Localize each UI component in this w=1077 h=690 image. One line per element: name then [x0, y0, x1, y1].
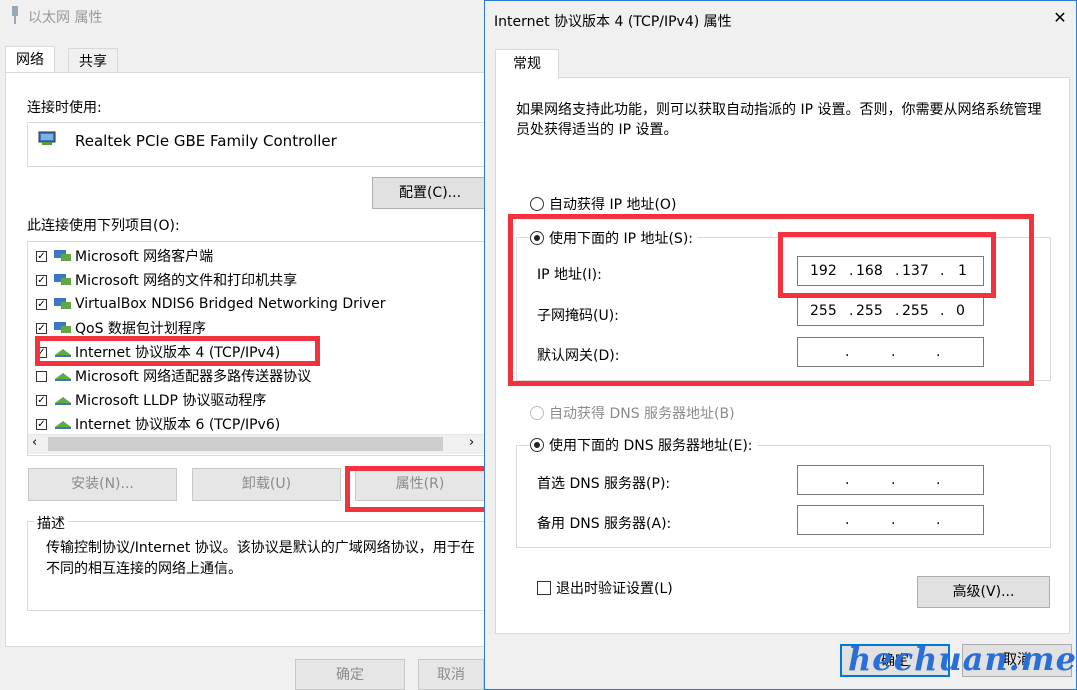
network-client-icon — [53, 249, 73, 263]
scroll-right-icon[interactable]: › — [469, 435, 474, 450]
item-checkbox[interactable]: ✓ — [36, 394, 47, 406]
close-icon[interactable]: ✕ — [1046, 4, 1074, 32]
radio-label: 自动获得 DNS 服务器地址(B) — [549, 406, 735, 422]
protocol-icon — [53, 393, 73, 407]
uninstall-button[interactable]: 卸载(U) — [192, 468, 341, 501]
item-label: QoS 数据包计划程序 — [75, 321, 206, 337]
left-ok-button[interactable]: 确定 — [295, 659, 405, 690]
item-label: Internet 协议版本 6 (TCP/IPv6) — [75, 417, 281, 433]
dialog-title: Internet 协议版本 4 (TCP/IPv4) 属性 — [494, 14, 732, 30]
scrollbar-thumb[interactable] — [48, 437, 443, 451]
items-label: 此连接使用下列项目(O): — [27, 218, 180, 234]
highlight-ipv4-item — [35, 336, 320, 366]
connect-using-label: 连接时使用: — [27, 100, 102, 116]
network-client-icon — [53, 273, 73, 287]
preferred-dns-input[interactable]: ... — [797, 465, 984, 495]
alternate-dns-label: 备用 DNS 服务器(A): — [537, 516, 672, 532]
item-label: VirtualBox NDIS6 Bridged Networking Driv… — [75, 296, 386, 312]
list-item[interactable]: ✓ VirtualBox NDIS6 Bridged Networking Dr… — [36, 293, 385, 315]
configure-button[interactable]: 配置(C)... — [372, 177, 488, 209]
highlight-ip-address — [778, 232, 996, 298]
intro-text: 如果网络支持此功能，则可以获取自动指派的 IP 设置。否则，你需要从网络系统管理… — [516, 102, 1042, 138]
watermark: hechuan.me — [848, 640, 1077, 678]
item-label: Microsoft LLDP 协议驱动程序 — [75, 393, 267, 409]
auto-ip-radio[interactable]: 自动获得 IP 地址(O) — [530, 194, 676, 214]
preferred-dns-label: 首选 DNS 服务器(P): — [537, 476, 671, 492]
tab-sharing[interactable]: 共享 — [68, 48, 118, 73]
item-label: Microsoft 网络的文件和打印机共享 — [75, 273, 298, 289]
description-text: 传输控制协议/Internet 协议。该协议是默认的广域网络协议，用于在不同的相… — [46, 540, 475, 577]
protocol-icon — [53, 369, 73, 383]
item-checkbox[interactable]: ✓ — [36, 298, 47, 310]
network-adapter-icon — [8, 6, 22, 24]
dialog-title: 以太网 属性 — [28, 10, 103, 26]
nic-icon — [38, 131, 58, 147]
advanced-button[interactable]: 高级(V)... — [917, 576, 1050, 608]
list-item[interactable]: ✓ Microsoft 网络的文件和打印机共享 — [36, 269, 297, 291]
auto-dns-radio[interactable]: 自动获得 DNS 服务器地址(B) — [530, 403, 735, 423]
item-checkbox[interactable] — [36, 370, 47, 382]
network-service-icon — [53, 297, 73, 311]
radio-button[interactable] — [530, 438, 544, 452]
radio-button[interactable] — [530, 197, 544, 211]
item-checkbox[interactable]: ✓ — [36, 322, 47, 334]
manual-dns-radio[interactable]: 使用下面的 DNS 服务器地址(E): — [530, 435, 757, 455]
alternate-dns-input[interactable]: ... — [797, 505, 984, 535]
item-label: Microsoft 网络客户端 — [75, 249, 214, 265]
radio-label: 自动获得 IP 地址(O) — [549, 197, 677, 213]
tab-general[interactable]: 常规 — [495, 49, 559, 79]
checkbox-label: 退出时验证设置(L) — [556, 581, 673, 597]
validate-checkbox[interactable]: 退出时验证设置(L) — [537, 578, 673, 598]
checkbox[interactable] — [537, 581, 551, 595]
install-button[interactable]: 安装(N)... — [28, 468, 177, 501]
item-label: Microsoft 网络适配器多路传送器协议 — [75, 369, 312, 385]
item-checkbox[interactable]: ✓ — [36, 274, 47, 286]
tab-network[interactable]: 网络 — [5, 46, 55, 73]
highlight-properties-button — [345, 466, 495, 512]
radio-button[interactable] — [530, 406, 544, 420]
description-legend: 描述 — [34, 513, 68, 533]
list-item[interactable]: ✓ Microsoft LLDP 协议驱动程序 — [36, 389, 266, 411]
list-item[interactable]: Microsoft 网络适配器多路传送器协议 — [36, 365, 311, 387]
item-checkbox[interactable]: ✓ — [36, 418, 47, 430]
list-item[interactable]: ✓ Microsoft 网络客户端 — [36, 245, 213, 267]
adapter-name: Realtek PCIe GBE Family Controller — [75, 132, 337, 150]
scroll-left-icon[interactable]: ‹ — [32, 435, 37, 450]
protocol-icon — [53, 417, 73, 431]
radio-label: 使用下面的 DNS 服务器地址(E): — [549, 438, 753, 454]
network-service-icon — [53, 321, 73, 335]
list-item[interactable]: ✓ Internet 协议版本 6 (TCP/IPv6) — [36, 413, 280, 435]
left-cancel-button[interactable]: 取消 — [418, 659, 484, 690]
item-checkbox[interactable]: ✓ — [36, 250, 47, 262]
